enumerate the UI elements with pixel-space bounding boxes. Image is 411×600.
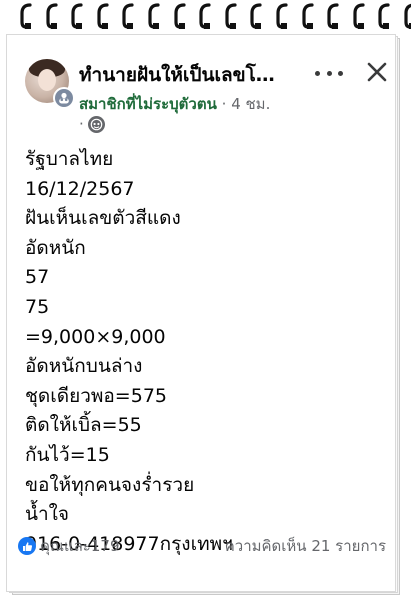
binding-ring <box>276 2 289 30</box>
comments-count[interactable]: ความคิดเห็น 21 รายการ <box>225 534 386 558</box>
more-dot <box>315 70 320 76</box>
binding-ring <box>301 2 315 30</box>
binding-ring <box>148 2 161 30</box>
post-body: รัฐบาลไทย 16/12/2567 ฝันเห็นเลขตัวสีแดงอัด… <box>25 145 385 559</box>
group-name[interactable]: ทำนายฝันให้เป็นเลขโ… <box>79 60 299 90</box>
post-card: ทำนายฝันให้เป็นเลขโ… สมาชิกที่ไม่ระบุตัว… <box>6 34 396 592</box>
post-meta: สมาชิกที่ไม่ระบุตัวตน · 4 ชม. <box>79 92 309 116</box>
post-body-line: ชุดเดียวพอ=575 <box>25 384 167 407</box>
post-body-line: 16/12/2567 <box>25 177 135 200</box>
page: ทำนายฝันให้เป็นเลขโ… สมาชิกที่ไม่ระบุตัว… <box>0 0 411 600</box>
post-body-line: รัฐบาลไทย <box>25 148 114 170</box>
meta-separator: · <box>221 95 227 113</box>
post-time[interactable]: 4 ชม. <box>231 95 270 113</box>
binding-ring <box>45 2 59 30</box>
spiral-binding <box>0 0 411 34</box>
post-audience: · <box>79 115 105 133</box>
binding-ring <box>250 2 263 30</box>
binding-ring <box>97 2 110 30</box>
binding-ring <box>225 2 238 30</box>
avatar-face <box>38 69 56 91</box>
post-body-line: =9,000×9,000 <box>25 325 166 348</box>
post-body-line: กันไว้=15 <box>25 443 110 466</box>
audience-separator: · <box>79 115 84 133</box>
binding-ring <box>122 2 135 30</box>
binding-ring <box>327 2 340 30</box>
post-body-line: 57 <box>25 266 50 289</box>
globe-icon[interactable] <box>87 115 105 133</box>
binding-ring <box>71 2 84 30</box>
more-dot <box>338 70 343 76</box>
more-options-icon[interactable] <box>315 63 343 83</box>
post-header: ทำนายฝันให้เป็นเลขโ… สมาชิกที่ไม่ระบุตัว… <box>7 35 395 143</box>
reactions-count: คุณและ179 <box>40 537 120 555</box>
binding-ring <box>404 2 411 30</box>
binding-ring <box>199 2 212 30</box>
post-body-line: 75 <box>25 295 50 318</box>
more-dot <box>326 70 332 76</box>
close-icon[interactable] <box>362 57 392 87</box>
binding-ring <box>20 2 33 30</box>
binding-ring <box>173 2 187 30</box>
binding-ring <box>353 2 366 30</box>
post-body-line: น้ำใจ <box>25 503 70 526</box>
post-body-line: อัดหนักบนล่าง <box>25 355 143 378</box>
anonymous-badge-icon <box>55 89 73 107</box>
post-body-line: ฝันเห็นเลขตัวสีแดง <box>25 207 181 230</box>
anonymous-badge <box>53 87 75 109</box>
post-body-line: ขอให้ทุกคนจงร่ำรวย <box>25 473 195 496</box>
post-body-line: ติดให้เบิ้ล=55 <box>25 414 142 437</box>
like-icon <box>18 537 36 555</box>
post-footer: คุณและ179 ความคิดเห็น 21 รายการ <box>18 531 386 561</box>
binding-ring <box>378 2 391 30</box>
author-name[interactable]: สมาชิกที่ไม่ระบุตัวตน <box>79 95 217 113</box>
post-body-line: อัดหนัก <box>25 236 86 259</box>
reactions-summary[interactable]: คุณและ179 <box>18 534 120 558</box>
